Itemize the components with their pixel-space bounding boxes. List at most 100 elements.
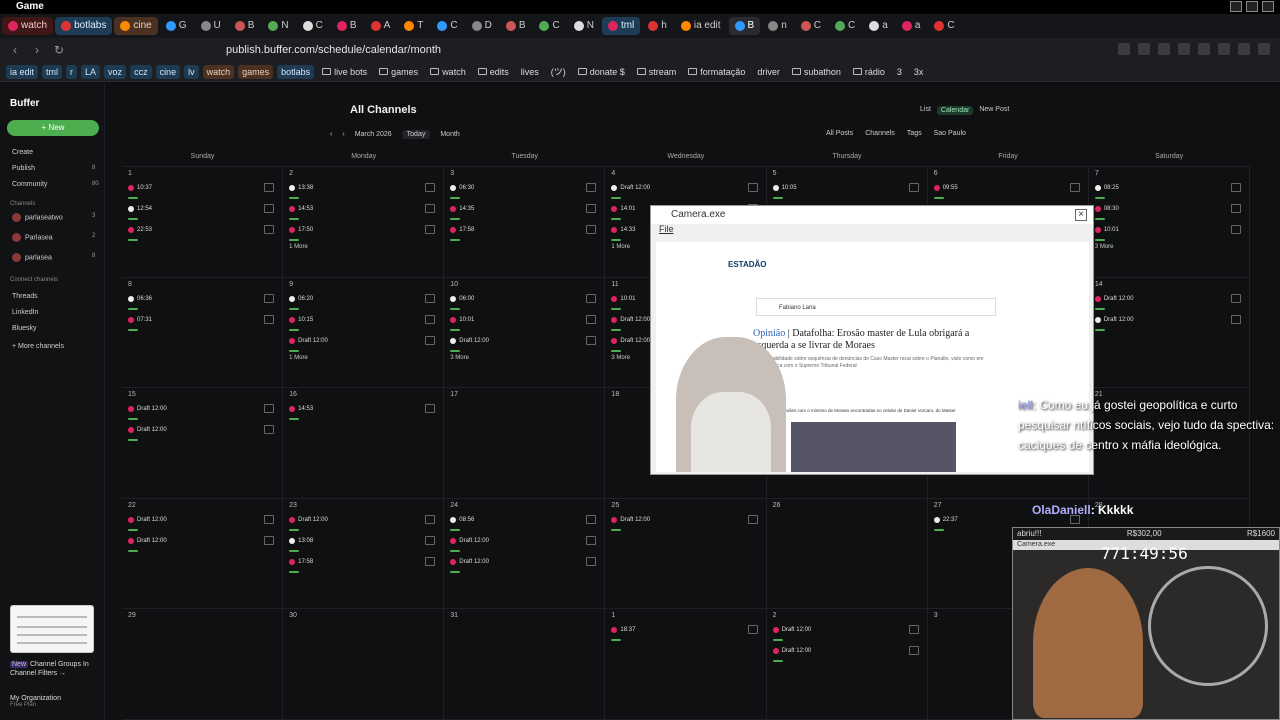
scheduled-post[interactable]: Draft 12:00 (128, 513, 276, 531)
extension-icon[interactable] (1198, 43, 1210, 55)
scheduled-post[interactable]: 10:01 (1094, 223, 1243, 241)
scheduled-post[interactable]: 06:20 (289, 292, 437, 310)
scheduled-post[interactable]: Draft 12:00 (450, 334, 598, 352)
scheduled-post[interactable]: 08:30 (1094, 202, 1243, 220)
connect-channel-item[interactable]: Bluesky (12, 325, 37, 332)
back-icon[interactable]: ‹ (8, 43, 22, 57)
bookmark-item[interactable]: rádio (849, 65, 889, 79)
calendar-day[interactable]: 22 Draft 12:00 Draft 12:00 (122, 498, 284, 610)
promo-text[interactable]: New Channel Groups In Channel Filters → (10, 660, 100, 678)
new-post-button[interactable]: New Post (979, 106, 1009, 115)
zoom-icon[interactable] (1118, 43, 1130, 55)
calendar-day[interactable]: 1 18:37 (605, 609, 767, 720)
bookmark-item[interactable]: formatação (684, 65, 749, 79)
prev-month-icon[interactable]: ‹ (330, 131, 332, 138)
filter-dropdown[interactable]: Sao Paulo (934, 130, 966, 137)
nav-publish[interactable]: Publish 8 (12, 165, 95, 172)
bookmark-item[interactable]: LA (81, 64, 101, 79)
browser-tab[interactable]: G (160, 17, 193, 35)
browser-tab[interactable]: botlabs (55, 17, 113, 35)
bookmark-item[interactable]: r (66, 64, 78, 79)
browser-tab[interactable]: N (568, 17, 600, 35)
browser-tab[interactable]: B (331, 17, 363, 35)
calendar-day[interactable]: 2 13:38 14:53 17:50 1 More (283, 167, 445, 278)
browser-tab[interactable]: B (728, 17, 761, 35)
scheduled-post[interactable]: Draft 12:00 (128, 423, 276, 442)
bookmark-item[interactable]: 3 (893, 65, 906, 79)
more-posts-link[interactable]: 1 More (289, 355, 437, 361)
scheduled-post[interactable]: Draft 12:00 (128, 402, 276, 421)
browser-tab[interactable]: h (642, 17, 673, 35)
browser-tab[interactable]: B (500, 17, 532, 35)
connect-channel-item[interactable]: Threads (12, 293, 38, 300)
close-button[interactable] (1262, 1, 1274, 12)
browser-tab[interactable]: C (533, 17, 565, 35)
scheduled-post[interactable]: Draft 12:00 (772, 644, 921, 663)
bookmark-item[interactable]: subathon (788, 65, 845, 79)
scheduled-post[interactable]: 13:38 (289, 181, 437, 199)
bookmark-item[interactable]: edits (474, 65, 513, 79)
scheduled-post[interactable]: 22:53 (128, 223, 276, 241)
browser-tab[interactable]: B (229, 17, 261, 35)
browser-tab[interactable]: C (795, 17, 827, 35)
calendar-day[interactable]: 17 (444, 388, 606, 499)
scheduled-post[interactable]: 08:25 (1094, 181, 1243, 199)
scheduled-post[interactable]: Draft 12:00 (611, 181, 759, 199)
bookmark-item[interactable]: lv (184, 64, 199, 79)
filter-dropdown[interactable]: Tags (907, 130, 922, 137)
scheduled-post[interactable]: 10:05 (772, 181, 921, 199)
next-month-icon[interactable]: › (342, 131, 344, 138)
bookmark-item[interactable]: tml (42, 64, 63, 79)
url-field[interactable]: publish.buffer.com/schedule/calendar/mon… (200, 42, 900, 58)
browser-tab[interactable]: tml (601, 17, 641, 35)
browser-tab[interactable]: cine (114, 17, 158, 35)
bookmark-item[interactable]: watch (426, 65, 470, 79)
organization[interactable]: My Organization Free Plan (10, 695, 61, 708)
bookmark-item[interactable]: watch (202, 64, 235, 79)
scheduled-post[interactable]: Draft 12:00 (289, 334, 437, 352)
scheduled-post[interactable]: 17:58 (450, 223, 598, 241)
calendar-day[interactable]: 1 10:37 12:54 22:53 (122, 167, 284, 278)
scheduled-post[interactable]: 08:56 (450, 513, 598, 531)
browser-tab[interactable]: a (896, 17, 927, 35)
extension-icon[interactable] (1178, 43, 1190, 55)
share-icon[interactable] (1138, 43, 1150, 55)
calendar-day[interactable]: 7 08:25 08:30 10:01 3 More (1088, 167, 1250, 278)
scheduled-post[interactable]: 06:00 (450, 292, 598, 310)
scheduled-post[interactable]: 06:30 (450, 181, 598, 199)
scheduled-post[interactable]: 06:36 (128, 292, 276, 310)
today-button[interactable]: Today (401, 130, 431, 139)
bookmark-item[interactable]: live bots (318, 65, 371, 79)
scheduled-post[interactable]: Draft 12:00 (450, 555, 598, 573)
new-button[interactable]: + New (7, 120, 99, 136)
browser-tab[interactable]: C (297, 17, 329, 35)
scheduled-post[interactable]: Draft 12:00 (611, 513, 759, 531)
scheduled-post[interactable]: 10:37 (128, 181, 276, 199)
scheduled-post[interactable]: Draft 12:00 (1094, 313, 1243, 331)
calendar-day[interactable]: 15 Draft 12:00 Draft 12:00 (122, 388, 284, 499)
reload-icon[interactable]: ↻ (52, 43, 66, 57)
extension-icon[interactable] (1218, 43, 1230, 55)
calendar-day[interactable]: 23 Draft 12:00 13:08 17:58 (283, 498, 445, 610)
bookmark-item[interactable]: stream (633, 65, 681, 79)
bookmark-item[interactable]: (ツ) (547, 63, 570, 80)
browser-tab[interactable]: n (762, 17, 793, 35)
bookmark-item[interactable]: lives (517, 65, 543, 79)
calendar-day[interactable]: 16 14:53 (283, 388, 445, 499)
file-menu[interactable]: File (651, 224, 1093, 238)
browser-tab[interactable]: C (829, 17, 861, 35)
bookmark-item[interactable]: botlabs (277, 64, 315, 79)
scheduled-post[interactable]: 12:54 (128, 202, 276, 220)
browser-tab[interactable]: A (365, 17, 397, 35)
calendar-day[interactable]: 24 08:56 Draft 12:00 Draft 12:00 (444, 498, 606, 610)
browser-tab[interactable]: ia edit (675, 17, 727, 35)
calendar-day[interactable]: 9 06:20 10:15 Draft 12:00 1 More (283, 277, 445, 389)
sidebar-icon[interactable] (1238, 43, 1250, 55)
scheduled-post[interactable]: Draft 12:00 (1094, 292, 1243, 310)
filter-dropdown[interactable]: Channels (865, 130, 895, 137)
scheduled-post[interactable]: 14:35 (450, 202, 598, 220)
scheduled-post[interactable]: 13:08 (289, 534, 437, 552)
browser-tab[interactable]: U (195, 17, 227, 35)
channel-item[interactable]: parlaseatwo 3 (12, 213, 95, 222)
calendar-day[interactable]: 29 (122, 609, 284, 720)
